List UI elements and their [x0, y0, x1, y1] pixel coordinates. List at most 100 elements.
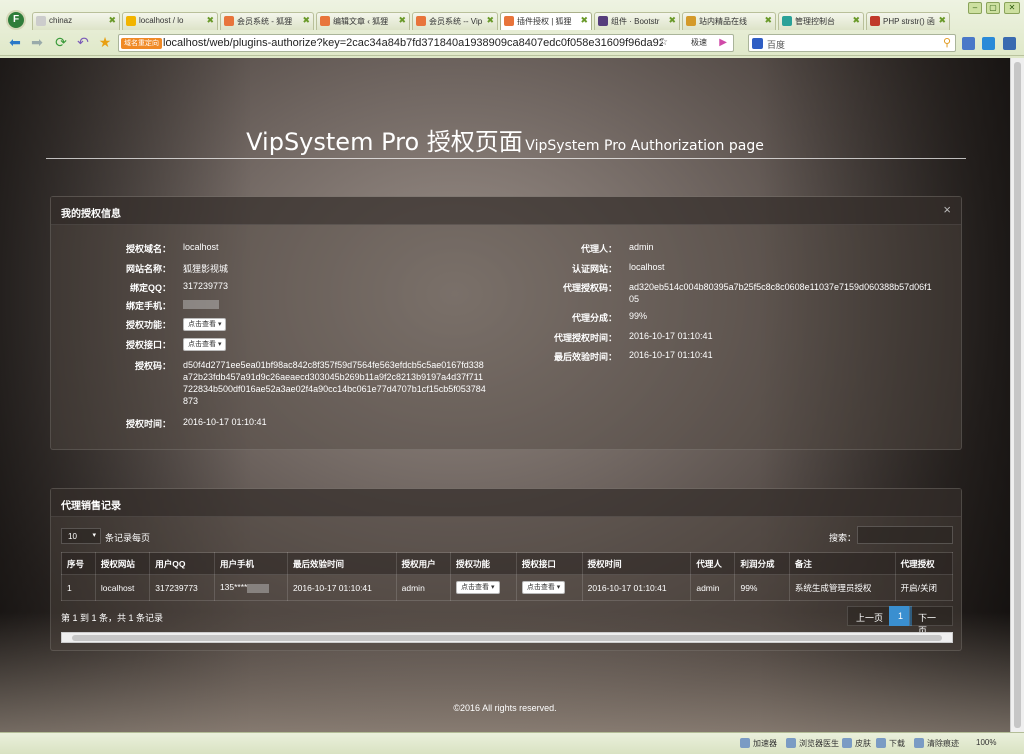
- page-subtitle: VipSystem Pro Authorization page: [525, 138, 764, 154]
- col-index[interactable]: 序号: [61, 552, 96, 575]
- col-last-verify[interactable]: 最后效验时间: [286, 552, 397, 575]
- forward-icon[interactable]: ➡: [28, 35, 46, 51]
- col-qq[interactable]: 用户QQ: [149, 552, 215, 575]
- apps-icon[interactable]: [962, 37, 975, 50]
- site-icon: [224, 16, 234, 26]
- col-profit[interactable]: 利润分成: [734, 552, 790, 575]
- search-icon[interactable]: ⚲: [943, 36, 951, 49]
- tab-close-icon[interactable]: ✖: [206, 15, 214, 26]
- page-title: VipSystem Pro 授权页面 VipSystem Pro Authori…: [246, 128, 764, 156]
- site-icon: [416, 16, 426, 26]
- site-icon: [686, 16, 696, 26]
- download-icon: [876, 738, 886, 748]
- features-dropdown[interactable]: 点击查看 ▾: [183, 318, 227, 331]
- mode-arrow-icon[interactable]: ▶: [719, 37, 727, 48]
- auth-info-panel: 我的授权信息 × 授权域名： localhost 网站名称： 狐狸影视城 绑定QQ：…: [50, 196, 962, 450]
- search-input[interactable]: [857, 526, 953, 544]
- tab-php-strstr[interactable]: PHP strstr() 函 ✖: [866, 12, 950, 30]
- prev-page-button[interactable]: 上一页: [847, 606, 893, 626]
- col-site[interactable]: 授权网站: [94, 552, 151, 575]
- close-icon[interactable]: ×: [943, 202, 951, 217]
- col-note[interactable]: 备注: [788, 552, 896, 575]
- console-icon: [782, 16, 792, 26]
- accelerator-icon: [740, 738, 750, 748]
- w3-icon: [870, 16, 880, 26]
- browser-logo-icon[interactable]: F: [6, 10, 26, 30]
- features-dropdown[interactable]: 点击查看 ▾: [456, 581, 500, 594]
- url-field[interactable]: 域名重定向 localhost/web/plugins-authorize?ke…: [118, 34, 734, 52]
- col-interfaces[interactable]: 授权接口: [515, 552, 583, 575]
- maximize-icon[interactable]: ▢: [986, 2, 1000, 14]
- tab-plugin-authorize[interactable]: 插件授权 | 狐狸 ✖: [500, 12, 592, 30]
- search-engine-field[interactable]: 百度 ⚲: [748, 34, 956, 52]
- search-label: 搜索：: [829, 533, 857, 543]
- col-auth-time[interactable]: 授权时间: [581, 552, 692, 575]
- tab-member-vip[interactable]: 会员系统 -- Vip ✖: [412, 12, 498, 30]
- favorite-star-icon[interactable]: ★: [96, 35, 114, 51]
- next-page-button[interactable]: 下一页: [909, 606, 953, 636]
- undo-icon[interactable]: ↶: [74, 35, 92, 51]
- sales-records-panel: 代理销售记录 10 ▾ 条记录每页 搜索： 序号 授权网站 用户QQ 用户手机 最…: [50, 488, 962, 651]
- tab-bar: F chinaz ✖ localhost / lo ✖ 会员系统 - 狐狸 ✖ 编辑文…: [0, 0, 1024, 30]
- tab-member-system[interactable]: 会员系统 - 狐狸 ✖: [220, 12, 314, 30]
- tab-close-icon[interactable]: ✖: [764, 15, 772, 26]
- bookmark-star-icon[interactable]: ☆: [659, 37, 668, 48]
- vertical-scrollbar[interactable]: [1010, 58, 1024, 732]
- tab-bootstrap[interactable]: 组件 · Bootstr ✖: [594, 12, 680, 30]
- chevron-down-icon: ▾: [92, 532, 96, 539]
- tab-close-icon[interactable]: ✖: [938, 15, 946, 26]
- col-features[interactable]: 授权功能: [450, 552, 517, 575]
- title-divider: [46, 158, 966, 159]
- site-icon: [320, 16, 330, 26]
- download-button[interactable]: 下载: [876, 738, 905, 749]
- clear-traces-button[interactable]: 清除痕迹: [914, 738, 959, 749]
- page-length-select[interactable]: 10 ▾: [61, 528, 101, 544]
- scroll-thumb[interactable]: [72, 635, 942, 641]
- col-phone[interactable]: 用户手机: [213, 552, 288, 575]
- horizontal-scrollbar[interactable]: [61, 632, 953, 643]
- browser-doctor-button[interactable]: 浏览器医生: [786, 738, 839, 749]
- tab-close-icon[interactable]: ✖: [398, 15, 406, 26]
- tab-console[interactable]: 管理控制台 ✖: [778, 12, 864, 30]
- minimize-icon[interactable]: –: [968, 2, 982, 14]
- skin-button[interactable]: 皮肤: [842, 738, 871, 749]
- tab-close-icon[interactable]: ✖: [302, 15, 310, 26]
- tab-close-icon[interactable]: ✖: [486, 15, 494, 26]
- tools-icon[interactable]: [1003, 37, 1016, 50]
- tab-close-icon[interactable]: ✖: [108, 15, 116, 26]
- tab-close-icon[interactable]: ✖: [580, 15, 588, 26]
- col-auth-user[interactable]: 授权用户: [395, 552, 452, 575]
- col-agent-auth[interactable]: 代理授权: [894, 552, 954, 575]
- col-agent[interactable]: 代理人: [690, 552, 736, 575]
- tab-close-icon[interactable]: ✖: [668, 15, 676, 26]
- toggle-auth-link[interactable]: 开启/关闭: [894, 574, 954, 601]
- back-icon[interactable]: ⬅: [6, 35, 24, 51]
- redacted-phone: [247, 583, 270, 593]
- interfaces-dropdown[interactable]: 点击查看 ▾: [521, 581, 566, 594]
- tab-site-boutique[interactable]: 站内精品在线 ✖: [682, 12, 776, 30]
- close-icon[interactable]: ✕: [1004, 2, 1020, 14]
- footer-copyright: ©2016 All rights reserved.: [453, 703, 557, 713]
- speed-mode-button[interactable]: 极速: [683, 37, 707, 48]
- bootstrap-icon: [598, 16, 608, 26]
- refresh-icon[interactable]: ⟳: [52, 35, 70, 51]
- pma-icon: [126, 16, 136, 26]
- scroll-thumb[interactable]: [1014, 62, 1021, 728]
- zoom-level[interactable]: 100%: [976, 738, 996, 747]
- baidu-icon: [752, 38, 763, 49]
- url-text[interactable]: localhost/web/plugins-authorize?key=2cac…: [163, 37, 663, 49]
- tab-localhost[interactable]: localhost / lo ✖: [122, 12, 218, 30]
- sales-table: 序号 授权网站 用户QQ 用户手机 最后效验时间 授权用户 授权功能 授权接口 …: [61, 552, 954, 601]
- doctor-icon: [786, 738, 796, 748]
- interfaces-dropdown[interactable]: 点击查看 ▾: [183, 338, 227, 351]
- translate-icon[interactable]: [982, 37, 995, 50]
- tab-close-icon[interactable]: ✖: [852, 15, 860, 26]
- table-row: 1 localhost 317239773 135**** 2016-10-17…: [61, 574, 954, 601]
- page-content: VipSystem Pro 授权页面 VipSystem Pro Authori…: [0, 58, 1010, 732]
- tab-chinaz[interactable]: chinaz ✖: [32, 12, 120, 30]
- tab-edit-article[interactable]: 编辑文章 ‹ 狐狸 ✖: [316, 12, 410, 30]
- redacted-phone: [183, 300, 219, 310]
- table-header-row: 序号 授权网站 用户QQ 用户手机 最后效验时间 授权用户 授权功能 授权接口 …: [61, 552, 954, 575]
- accelerator-button[interactable]: 加速器: [740, 738, 777, 749]
- panel-heading: 我的授权信息: [51, 197, 961, 225]
